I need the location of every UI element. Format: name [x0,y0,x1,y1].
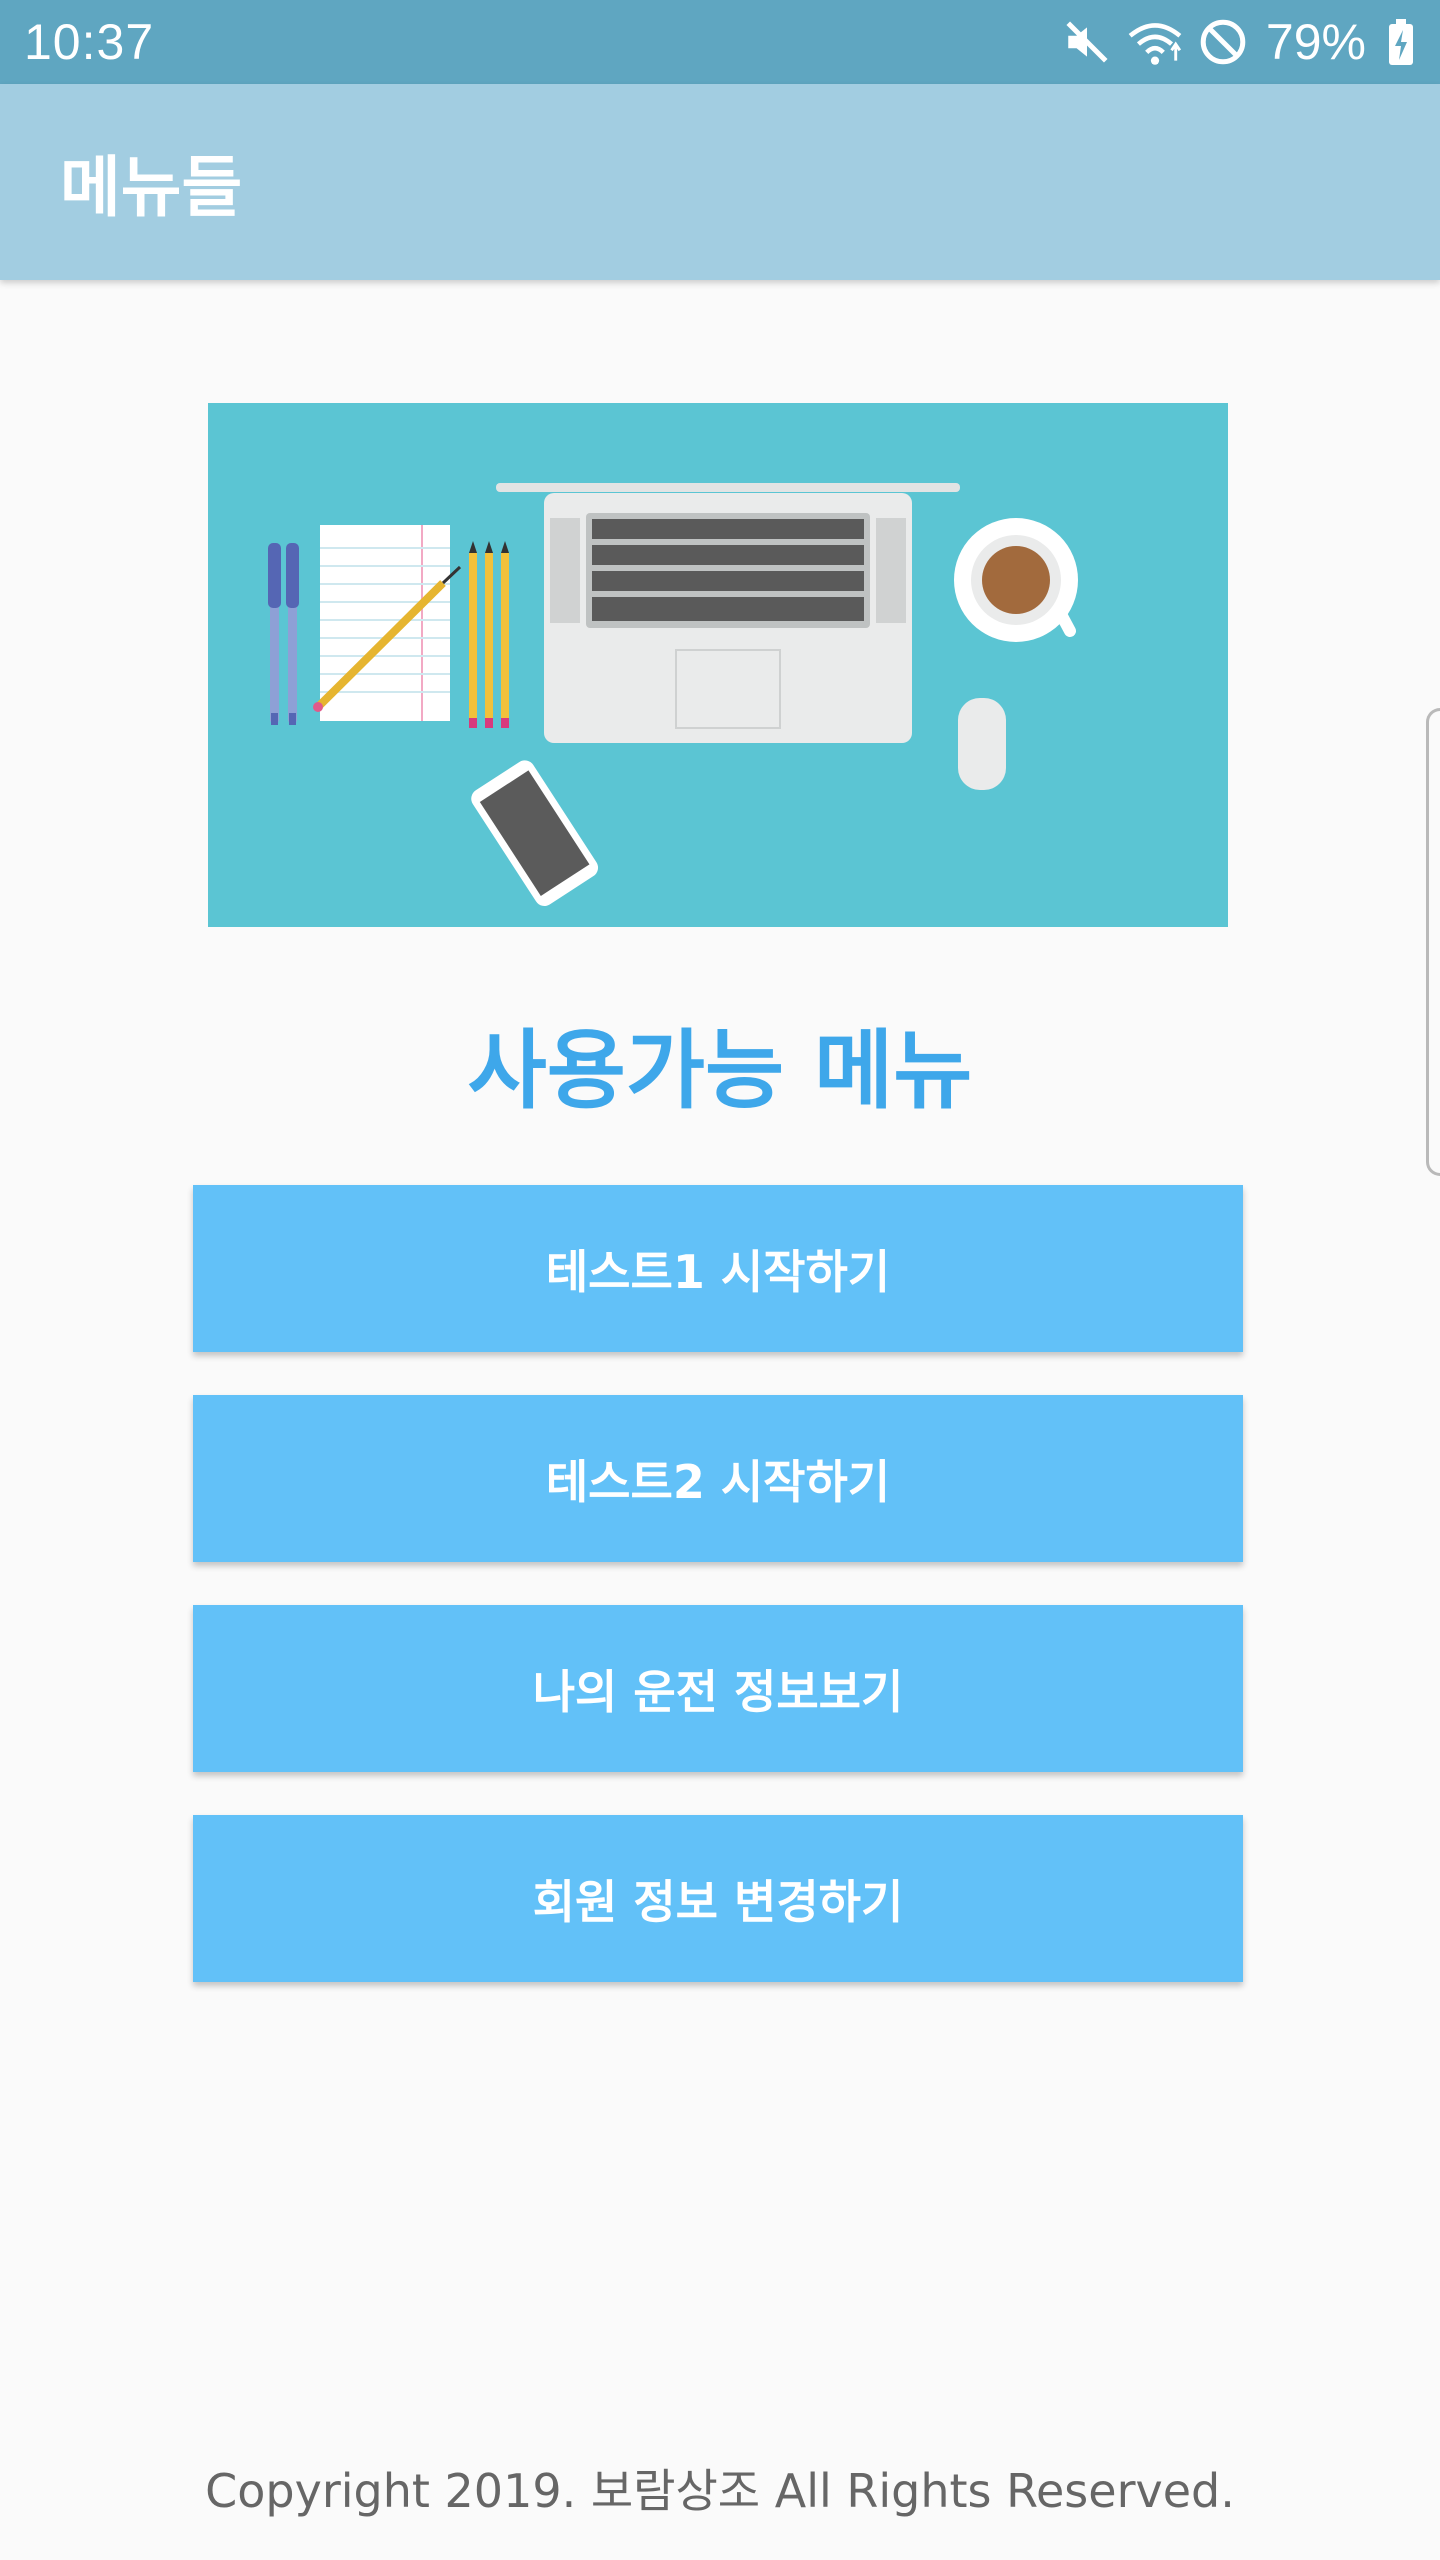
status-time: 10:37 [24,14,155,70]
start-test1-button[interactable]: 테스트1 시작하기 [193,1185,1243,1352]
status-bar: 10:37 79% [0,0,1440,84]
edit-member-info-button[interactable]: 회원 정보 변경하기 [193,1815,1243,1982]
notepad-icon [313,525,462,721]
desk-illustration [208,403,1228,927]
app-bar: 메뉴들 [0,84,1440,280]
pencils-icon [469,541,509,728]
coffee-cup-icon [954,518,1078,642]
do-not-disturb-icon [1198,17,1248,67]
laptop-icon [496,483,960,743]
mute-icon [1062,17,1112,67]
start-test2-button[interactable]: 테스트2 시작하기 [193,1395,1243,1562]
view-driving-info-button[interactable]: 나의 운전 정보보기 [193,1605,1243,1772]
copyright-footer: Copyright 2019. 보람상조 All Rights Reserved… [205,2464,1235,2518]
battery-charging-icon [1386,18,1416,66]
status-icons: 79% [1062,13,1416,71]
wifi-icon [1126,17,1184,67]
mouse-icon [958,698,1006,790]
battery-percent: 79% [1265,14,1366,70]
section-title: 사용가능 메뉴 [467,1021,973,1121]
app-title: 메뉴들 [60,149,243,226]
